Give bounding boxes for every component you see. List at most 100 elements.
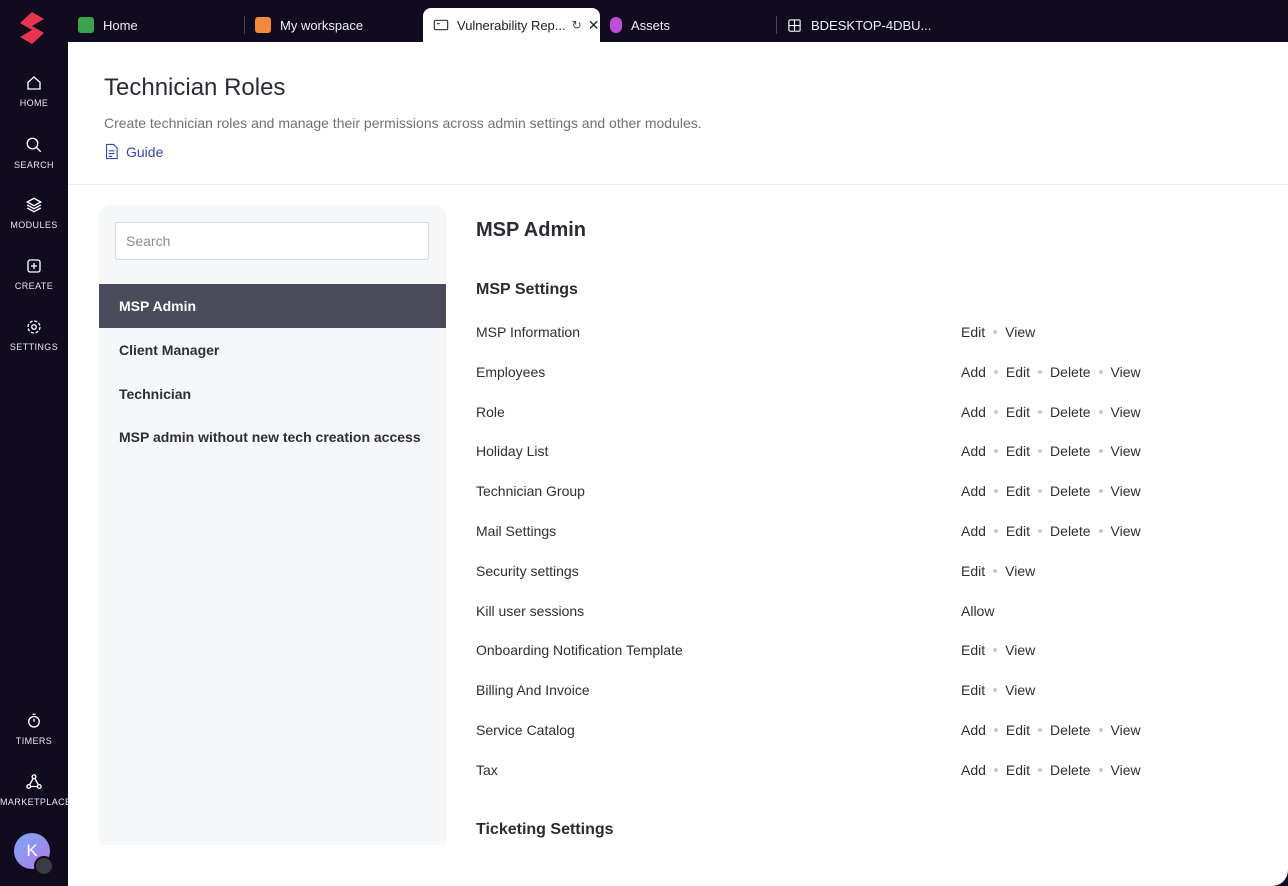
permission-row: Technician Group Add Edit Delete View [476,480,1276,504]
permission-action-edit[interactable]: Edit [961,563,985,579]
permission-action-edit[interactable]: Edit [1006,722,1030,738]
page-title: Technician Roles [104,74,286,101]
separator-dot [993,489,998,494]
permission-action-view[interactable]: View [1111,404,1141,420]
permission-action-view[interactable]: View [1111,443,1141,459]
rail-marketplace[interactable]: MARKETPLACE [0,773,72,807]
permission-action-delete[interactable]: Delete [1050,364,1090,380]
plus-square-icon [27,259,41,273]
permission-action-add[interactable]: Add [961,483,986,499]
permission-action-delete[interactable]: Delete [1050,523,1090,539]
permission-action-edit[interactable]: Edit [1006,523,1030,539]
rail-create[interactable]: CREATE [0,257,68,291]
rail-settings-label: SETTINGS [9,342,59,352]
permission-action-view[interactable]: View [1005,682,1035,698]
tab-bar: Home My workspace Vulnerability Rep... ↻… [68,0,1288,42]
permission-actions: Add Edit Delete View [961,523,1141,539]
separator-dot [1098,728,1103,732]
permission-action-view[interactable]: View [1005,563,1035,579]
permission-action-view[interactable]: View [1111,523,1141,539]
permission-action-allow[interactable]: Allow [961,603,994,619]
permission-name: Role [476,403,505,420]
section-title-ticketing-settings: Ticketing Settings [476,821,614,838]
rail-marketplace-label: MARKETPLACE [0,797,72,807]
permission-action-add[interactable]: Add [961,722,986,738]
permission-action-edit[interactable]: Edit [961,682,985,698]
permission-actions: Edit View [961,324,1035,340]
permission-action-edit[interactable]: Edit [1006,443,1030,459]
close-icon[interactable]: ✕ [588,17,600,34]
rail-timers-label: TIMERS [15,736,53,746]
tab-my-workspace-label: My workspace [280,17,364,33]
tab-assets[interactable]: Assets [610,8,670,42]
separator-dot [993,409,998,414]
permission-action-view[interactable]: View [1111,722,1141,738]
rail-search[interactable]: SEARCH [0,136,68,170]
rail-home[interactable]: HOME [0,74,68,108]
role-search-input[interactable] [115,222,429,260]
permission-name: Mail Settings [476,523,557,539]
rail-modules[interactable]: MODULES [0,196,68,230]
role-item-msp-admin[interactable]: MSP Admin [99,284,446,328]
permission-name: Technician Group [476,483,585,500]
permission-action-edit[interactable]: Edit [1006,762,1030,778]
permission-action-add[interactable]: Add [961,443,986,459]
permission-name: MSP Information [476,324,581,340]
permission-actions: Edit View [961,563,1035,579]
permission-row: Employees Add Edit Delete View [476,361,1276,385]
gear-icon [27,320,41,334]
role-item-msp-admin-no-tech-creation[interactable]: MSP admin without new tech creation acce… [99,415,446,459]
permission-action-delete[interactable]: Delete [1050,483,1090,499]
separator-dot [1038,728,1043,732]
tab-vulnerability-report[interactable]: Vulnerability Rep... ↻ ✕ [423,8,600,42]
permission-action-view[interactable]: View [1111,483,1141,499]
permission-action-view[interactable]: View [1005,324,1035,340]
permission-action-add[interactable]: Add [961,404,986,420]
permission-action-view[interactable]: View [1111,364,1141,380]
role-item-technician[interactable]: Technician [99,372,446,416]
permission-action-edit[interactable]: Edit [1006,483,1030,499]
permission-action-delete[interactable]: Delete [1050,404,1090,420]
permission-action-delete[interactable]: Delete [1050,443,1090,459]
permission-name: Security settings [476,562,579,579]
search-icon [26,137,42,153]
rail-settings[interactable]: SETTINGS [0,318,68,352]
tab-home[interactable]: Home [78,8,138,42]
qr-badge-icon [34,856,54,876]
rail-timers[interactable]: TIMERS [0,712,68,746]
rail-modules-label: MODULES [10,220,58,230]
separator-dot [1098,489,1103,494]
separator-dot [1038,489,1043,494]
tab-bdesktop[interactable]: BDESKTOP-4DBU... [787,8,931,42]
separator-dot [1098,369,1103,374]
permission-action-delete[interactable]: Delete [1050,722,1090,738]
permission-action-delete[interactable]: Delete [1050,762,1090,778]
permission-name: Tax [476,761,498,778]
permission-action-add[interactable]: Add [961,523,986,539]
nodes-icon [26,774,42,790]
permission-name: Holiday List [476,443,549,460]
role-item-client-manager[interactable]: Client Manager [99,328,446,372]
home-icon [27,76,41,90]
separator-dot [1098,767,1103,772]
refresh-icon[interactable]: ↻ [572,18,582,32]
separator-dot [993,688,998,693]
tab-vulnerability-report-label: Vulnerability Rep... [457,17,566,33]
permission-actions: Add Edit Delete View [961,722,1141,738]
permission-action-edit[interactable]: Edit [1006,364,1030,380]
database-tab-icon [610,17,622,33]
tab-assets-label: Assets [631,17,671,33]
brand-logo-icon[interactable] [16,10,48,46]
ticket-icon [433,19,449,31]
permission-action-add[interactable]: Add [961,364,986,380]
permission-name: Billing And Invoice [476,682,590,699]
tab-my-workspace[interactable]: My workspace [255,8,363,42]
permission-action-edit[interactable]: Edit [1006,404,1030,420]
permission-action-edit[interactable]: Edit [961,324,985,340]
permission-action-view[interactable]: View [1111,762,1141,778]
permission-action-add[interactable]: Add [961,762,986,778]
guide-link[interactable]: Guide [104,143,163,160]
permission-action-edit[interactable]: Edit [961,642,985,658]
permission-action-view[interactable]: View [1005,642,1035,658]
separator-dot [1038,529,1043,533]
